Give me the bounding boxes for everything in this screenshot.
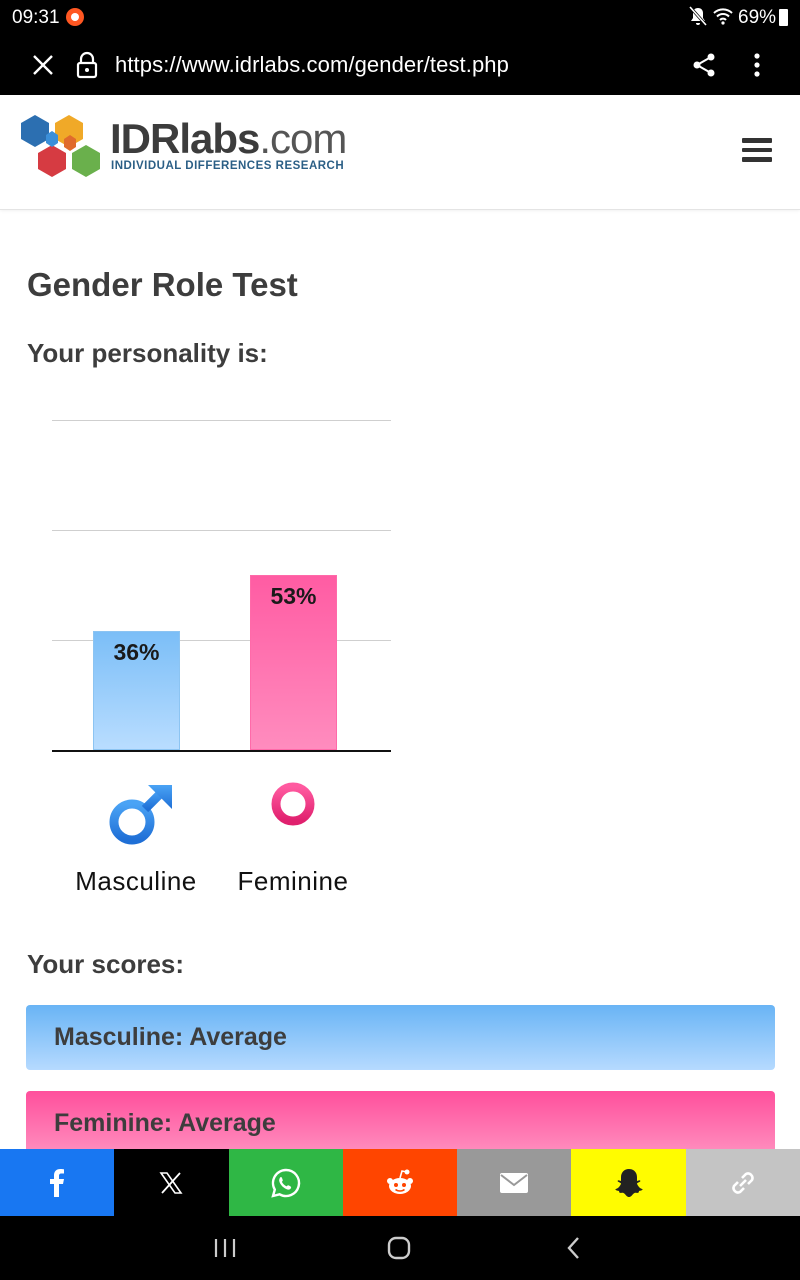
snapchat-share-button[interactable] [571,1149,686,1216]
whatsapp-share-button[interactable] [228,1149,343,1216]
score-masculine[interactable]: Masculine: Average [26,1005,775,1070]
home-icon[interactable] [386,1235,412,1261]
email-share-button[interactable] [457,1149,572,1216]
x-logo-icon [159,1171,183,1194]
status-bar: 09:31 69% [0,0,800,34]
logo-wordmark: IDRlabs.com [110,115,347,162]
recent-apps-icon[interactable] [212,1236,238,1260]
bar-value-label: 36% [113,639,160,666]
site-logo[interactable]: IDRlabs.com INDIVIDUAL DIFFERENCES RESEA… [18,113,358,179]
page-title: Gender Role Test [27,266,298,303]
scores-heading: Your scores: [27,949,185,979]
axis-label-masculine: Masculine [75,866,197,896]
female-symbol-icon [271,782,315,852]
reddit-icon [386,1169,413,1194]
hamburger-menu-icon[interactable] [742,138,772,164]
close-icon[interactable] [28,50,58,80]
wifi-icon [713,8,733,25]
score-masculine-label: Masculine: Average [54,1023,287,1051]
chart-gridline [52,530,391,531]
axis-label-feminine: Feminine [237,866,349,896]
facebook-share-button[interactable] [0,1149,115,1216]
snapchat-icon [614,1168,643,1197]
results-chart: 36% Masculine 53% Feminine [40,400,410,920]
browser-toolbar: https://www.idrlabs.com/gender/test.php [0,34,800,95]
share-bar [0,1149,800,1216]
link-icon [732,1171,754,1194]
score-feminine-label: Feminine: Average [54,1109,276,1137]
battery-percent: 69% [738,7,777,28]
male-symbol-icon [109,785,172,845]
chart-baseline [52,750,391,752]
personality-heading: Your personality is: [27,338,268,368]
lock-icon[interactable] [74,51,100,79]
site-header: IDRlabs.com INDIVIDUAL DIFFERENCES RESEA… [0,95,800,210]
chart-gridline [52,420,391,421]
email-icon [500,1172,529,1193]
facebook-icon [50,1168,65,1197]
status-time: 09:31 [12,7,60,28]
more-options-icon[interactable] [745,50,769,80]
score-feminine[interactable]: Feminine: Average [26,1091,775,1151]
x-share-button[interactable] [114,1149,229,1216]
logo-hexagons-icon [21,115,100,177]
back-icon[interactable] [562,1235,586,1261]
copy-link-button[interactable] [685,1149,800,1216]
url-text[interactable]: https://www.idrlabs.com/gender/test.php [115,52,509,78]
reddit-share-button[interactable] [342,1149,458,1216]
share-icon[interactable] [690,50,718,80]
bar-value-label: 53% [270,583,317,610]
logo-tagline: INDIVIDUAL DIFFERENCES RESEARCH [111,160,345,172]
battery-icon [779,9,788,26]
screen-record-icon [66,8,84,26]
mute-icon [688,6,708,26]
whatsapp-icon [270,1168,300,1198]
system-nav-bar [0,1216,800,1280]
